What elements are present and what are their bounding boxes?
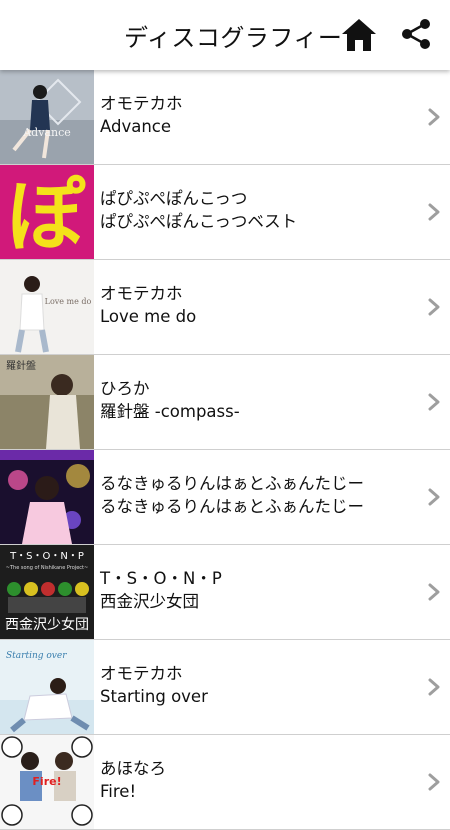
album-title: 西金沢少女団 <box>100 592 199 611</box>
album-cover: Advance <box>0 70 94 164</box>
artist-name: オモテカホ <box>100 284 183 303</box>
cover-text: ぽ <box>7 172 86 259</box>
album-title: Love me do <box>100 307 197 326</box>
cover-title: 西金沢少女団 <box>5 616 89 633</box>
artist-name: オモテカホ <box>100 664 183 683</box>
chevron-right-icon <box>428 773 440 791</box>
chevron-right-icon <box>428 108 440 126</box>
cover-text: Advance <box>22 126 71 139</box>
list-item[interactable]: Fire! あほなろ Fire! <box>0 735 450 830</box>
album-cover: Love me do <box>0 260 94 354</box>
album-cover: ぽ <box>0 165 94 259</box>
list-item[interactable]: Advance オモテカホ Advance <box>0 70 450 165</box>
chevron-right-icon <box>428 678 440 696</box>
share-icon[interactable] <box>398 16 434 52</box>
list-item[interactable]: Starting over オモテカホ Starting over <box>0 640 450 735</box>
album-title: 羅針盤 -compass- <box>100 402 240 421</box>
page-title: ディスコグラフィー <box>124 24 343 52</box>
artist-name: あほなろ <box>100 759 166 778</box>
artist-name: ぱぴぷぺぽんこっつ <box>100 189 248 208</box>
album-cover: T・S・O・N・P ~The song of Nishikane Project… <box>0 545 94 639</box>
list-item[interactable]: T・S・O・N・P ~The song of Nishikane Project… <box>0 545 450 640</box>
list-item[interactable]: Love me do オモテカホ Love me do <box>0 260 450 355</box>
list-item[interactable]: 羅針盤 ひろか 羅針盤 -compass- <box>0 355 450 450</box>
album-title: Advance <box>100 117 172 136</box>
chevron-right-icon <box>428 488 440 506</box>
list-item[interactable]: ぽ ぱぴぷぺぽんこっつ ぱぴぷぺぽんこっつベスト <box>0 165 450 260</box>
album-cover: Fire! <box>0 735 94 829</box>
cover-text: Love me do <box>45 297 92 306</box>
album-cover <box>0 450 94 544</box>
cover-text: 羅針盤 <box>6 359 36 372</box>
home-icon[interactable] <box>339 15 379 55</box>
artist-name: ひろか <box>100 379 150 398</box>
album-title: Starting over <box>100 687 208 706</box>
chevron-right-icon <box>428 298 440 316</box>
list-item[interactable]: るなきゅるりんはぁとふぁんたじー るなきゅるりんはぁとふぁんたじー <box>0 450 450 545</box>
cover-text: T・S・O・N・P <box>9 551 84 562</box>
artist-name: オモテカホ <box>100 94 183 113</box>
discography-list: Advance オモテカホ Advance ぽ ぱぴぷぺぽんこっつ ぱぴぷぺぽん… <box>0 70 450 830</box>
chevron-right-icon <box>428 203 440 221</box>
app-header: ディスコグラフィー <box>0 0 450 70</box>
chevron-right-icon <box>428 393 440 411</box>
cover-text: Fire! <box>32 775 61 788</box>
cover-subtext: ~The song of Nishikane Project~ <box>6 565 88 571</box>
album-title: るなきゅるりんはぁとふぁんたじー <box>100 497 364 516</box>
album-cover: Starting over <box>0 640 94 734</box>
artist-name: るなきゅるりんはぁとふぁんたじー <box>100 474 364 493</box>
album-cover: 羅針盤 <box>0 355 94 449</box>
artist-name: T・S・O・N・P <box>100 569 222 588</box>
chevron-right-icon <box>428 583 440 601</box>
album-title: ぱぴぷぺぽんこっつベスト <box>100 212 298 231</box>
cover-text: Starting over <box>6 651 67 661</box>
